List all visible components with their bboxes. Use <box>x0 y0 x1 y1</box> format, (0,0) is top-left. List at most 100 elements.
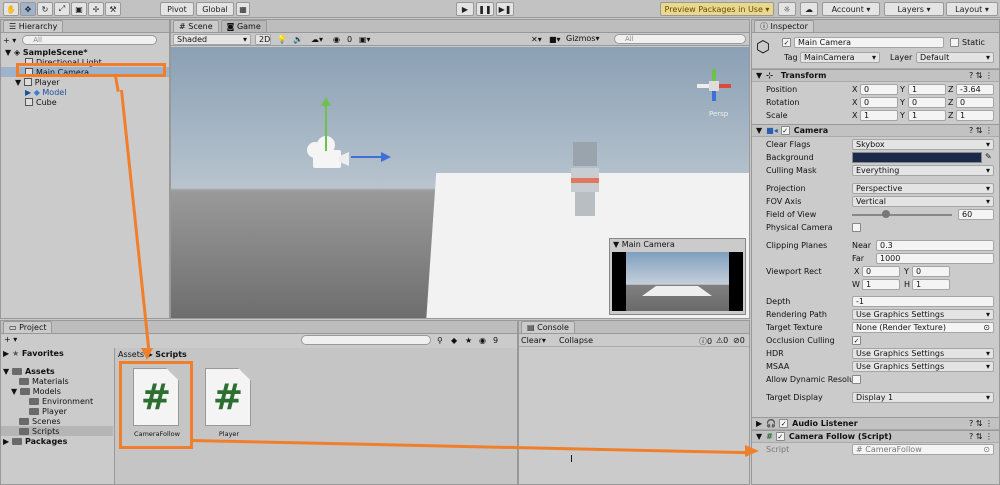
projection-dropdown[interactable]: Perspective ▾ <box>852 183 994 194</box>
audio-listener-header[interactable]: ▶ 🎧 ✓ Audio Listener ? ⇅ ⋮ <box>752 417 999 430</box>
hierarchy-item-model[interactable]: ▶ ◆ Model <box>1 87 169 97</box>
static-checkbox[interactable] <box>950 38 959 47</box>
object-name-field[interactable]: Main Camera <box>794 37 944 48</box>
error-count[interactable]: ⊘0 <box>733 336 745 345</box>
scene-viewport[interactable]: Persp ▼ Main Camera <box>171 47 749 318</box>
background-color-swatch[interactable] <box>852 152 982 163</box>
component-menu-icon[interactable]: ? ⇅ ⋮ <box>969 126 993 135</box>
camera-gizmo-icon[interactable] <box>307 136 351 170</box>
target-texture-field[interactable]: None (Render Texture) ⊙ <box>852 322 994 333</box>
pause-icon[interactable]: ❚❚ <box>476 2 494 16</box>
component-menu-icon[interactable]: ? ⇅ ⋮ <box>969 432 993 441</box>
tab-inspector[interactable]: ⓘ Inspector <box>754 20 814 32</box>
hierarchy-search-input[interactable]: All <box>22 35 158 45</box>
tree-item-packages[interactable]: ▶ Packages <box>1 436 113 446</box>
custom-tool-icon[interactable]: ⚒ <box>105 2 121 16</box>
tree-item-materials[interactable]: Materials <box>1 376 113 386</box>
camera-follow-header[interactable]: ▼ # ✓ Camera Follow (Script) ? ⇅ ⋮ <box>752 430 999 443</box>
fov-axis-dropdown[interactable]: Vertical ▾ <box>852 196 994 207</box>
step-icon[interactable]: ▶❚ <box>496 2 514 16</box>
object-picker-icon[interactable]: ⊙ <box>983 445 990 454</box>
hidden-packages-icon[interactable]: ◉ <box>479 336 486 345</box>
lighting-icon[interactable]: 💡 <box>277 35 287 44</box>
viewport-w-field[interactable]: 1 <box>862 279 900 290</box>
tree-item-scripts[interactable]: Scripts <box>1 426 113 436</box>
msaa-dropdown[interactable]: Use Graphics Settings ▾ <box>852 361 994 372</box>
scale-z-field[interactable]: 1 <box>956 110 994 121</box>
shading-dropdown[interactable]: Shaded ▾ <box>173 34 251 45</box>
component-menu-icon[interactable]: ? ⇅ ⋮ <box>969 419 993 428</box>
active-checkbox[interactable]: ✓ <box>782 38 791 47</box>
transform-header[interactable]: ▼ ⊹ Transform ? ⇅ ⋮ <box>752 69 999 82</box>
tab-scene[interactable]: # Scene <box>173 20 219 32</box>
scale-y-field[interactable]: 1 <box>908 110 946 121</box>
target-display-dropdown[interactable]: Display 1 ▾ <box>852 392 994 403</box>
grid-snap-icon[interactable]: ▦ <box>236 2 250 16</box>
scale-tool-icon[interactable]: ⤢ <box>54 2 70 16</box>
effects-icon[interactable]: ☁▾ <box>311 35 323 44</box>
warning-count[interactable]: ⚠0 <box>716 336 728 345</box>
near-field[interactable]: 0.3 <box>876 240 994 251</box>
tree-item-favorites[interactable]: ▶ ★ Favorites <box>1 348 113 358</box>
tree-item-scenes[interactable]: Scenes <box>1 416 113 426</box>
z-axis-handle[interactable] <box>351 156 381 158</box>
component-menu-icon[interactable]: ? ⇅ ⋮ <box>969 71 993 80</box>
depth-field[interactable]: -1 <box>852 296 994 307</box>
position-z-field[interactable]: -3.64 <box>956 84 994 95</box>
sun-icon[interactable]: ☼ <box>778 2 796 16</box>
tab-hierarchy[interactable]: ☰ Hierarchy <box>3 20 64 32</box>
fov-slider-track[interactable] <box>852 214 952 216</box>
tab-console[interactable]: ▤ Console <box>521 321 575 333</box>
filter-label-icon[interactable]: ◆ <box>451 336 457 345</box>
far-field[interactable]: 1000 <box>876 253 994 264</box>
audio-icon[interactable]: 🔊 <box>293 35 303 44</box>
scale-x-field[interactable]: 1 <box>860 110 898 121</box>
position-x-field[interactable]: 0 <box>860 84 898 95</box>
collapse-button[interactable]: Collapse <box>559 336 593 345</box>
project-search-input[interactable] <box>301 335 431 345</box>
rotation-x-field[interactable]: 0 <box>860 97 898 108</box>
script-field[interactable]: # CameraFollow ⊙ <box>852 444 994 455</box>
tree-item-models[interactable]: ▼ Models <box>1 386 113 396</box>
play-icon[interactable]: ▶ <box>456 2 474 16</box>
transform-tool-icon[interactable]: ✢ <box>88 2 104 16</box>
cloud-icon[interactable]: ☁ <box>800 2 818 16</box>
audio-enabled-checkbox[interactable]: ✓ <box>779 419 789 428</box>
rotate-tool-icon[interactable]: ↻ <box>37 2 53 16</box>
camera-header[interactable]: ▼ ■◂ ✓ Camera ? ⇅ ⋮ <box>752 124 999 137</box>
gizmos-dropdown[interactable]: Gizmos▾ <box>566 34 600 43</box>
tag-dropdown[interactable]: MainCamera ▾ <box>800 52 880 63</box>
camera-mode-icon[interactable]: ■▾ <box>549 35 561 44</box>
add-icon[interactable]: + ▾ <box>3 36 16 45</box>
scene-search-input[interactable]: All <box>614 34 746 44</box>
rotation-z-field[interactable]: 0 <box>956 97 994 108</box>
y-axis-handle[interactable] <box>325 105 327 151</box>
favorite-icon[interactable]: ★ <box>465 336 472 345</box>
script-enabled-checkbox[interactable]: ✓ <box>775 432 785 441</box>
pivot-toggle[interactable]: Pivot <box>160 2 194 16</box>
object-picker-icon[interactable]: ⊙ <box>983 323 990 332</box>
file-player[interactable]: # Player <box>201 368 257 442</box>
hierarchy-item-cube[interactable]: Cube <box>1 97 169 107</box>
tree-item-player[interactable]: Player <box>1 406 113 416</box>
tools-icon[interactable]: ✕▾ <box>531 35 542 44</box>
position-y-field[interactable]: 1 <box>908 84 946 95</box>
viewport-x-field[interactable]: 0 <box>862 266 900 277</box>
tree-item-environment[interactable]: Environment <box>1 396 113 406</box>
rotation-y-field[interactable]: 0 <box>908 97 946 108</box>
visibility-icon[interactable]: ◉ <box>333 35 340 44</box>
culling-mask-dropdown[interactable]: Everything ▾ <box>852 165 994 176</box>
camera-enabled-checkbox[interactable]: ✓ <box>780 126 790 135</box>
preview-packages-button[interactable]: Preview Packages in Use ▾ <box>660 2 774 16</box>
hdr-dropdown[interactable]: Use Graphics Settings ▾ <box>852 348 994 359</box>
viewport-y-field[interactable]: 0 <box>912 266 950 277</box>
camera-settings-icon[interactable]: ▣▾ <box>359 35 371 44</box>
fov-slider-handle[interactable] <box>882 210 891 218</box>
filter-type-icon[interactable]: ⚲ <box>437 336 443 345</box>
account-dropdown[interactable]: Account ▾ <box>822 2 880 16</box>
tree-item-assets[interactable]: ▼ Assets <box>1 366 113 376</box>
move-tool-icon[interactable]: ✥ <box>20 2 36 16</box>
layout-dropdown[interactable]: Layout ▾ <box>946 2 998 16</box>
hand-tool-icon[interactable]: ✋ <box>3 2 19 16</box>
fov-field[interactable]: 60 <box>958 209 994 220</box>
